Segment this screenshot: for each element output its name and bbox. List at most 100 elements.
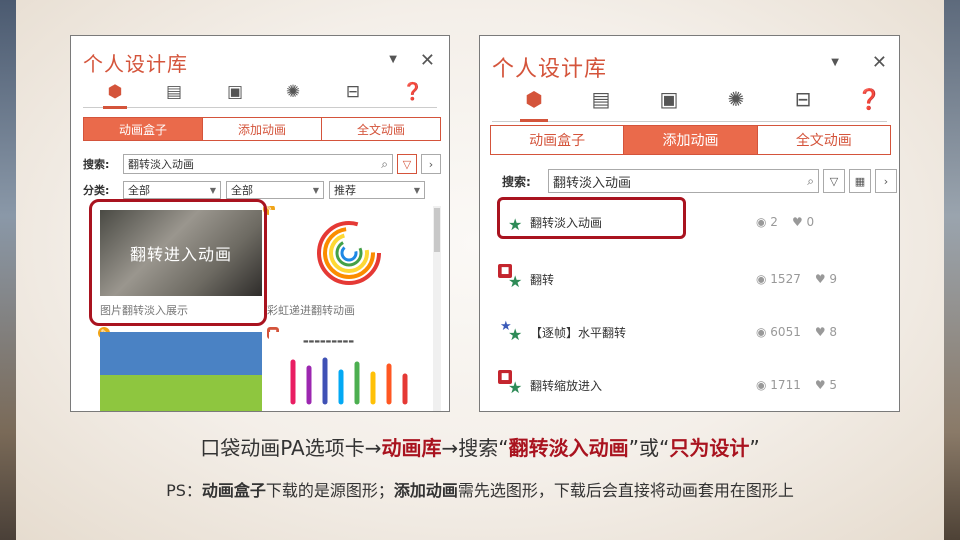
scrollbar[interactable] [433,206,441,411]
likes-count: ♥ 8 [814,325,838,339]
presentation-icon[interactable]: ▤ [160,78,188,106]
close-icon[interactable]: ✕ [872,52,887,73]
category-row: 分类: 全部 ▼ 全部 ▼ 推荐 ▼ [83,181,441,199]
animation-icon: ★ ★ [494,317,530,347]
help-icon[interactable]: ❓ [399,78,427,106]
caption-text: 需先选图形，下载后会直接将动画套用在图形上 [457,481,794,500]
animation-stats: ◉ 6051 ♥ 8 [756,325,837,339]
category-select-1[interactable]: 全部 ▼ [123,181,221,199]
lightbulb-icon[interactable]: ✺ [720,82,752,116]
sort-select[interactable]: 推荐 ▼ [329,181,425,199]
views-value: 1711 [770,378,801,392]
animation-icon: ■ ★ [494,370,530,400]
image-add-icon[interactable]: ▣ [221,78,249,106]
search-input[interactable]: 翻转淡入动画 ⌕ [548,169,819,193]
caption-instruction: 口袋动画PA选项卡→动画库→搜索“翻转淡入动画”或“只为设计” [0,432,960,461]
drive-icon[interactable]: ⊟ [339,78,367,106]
dropdown-arrow-icon[interactable]: ▼ [389,54,397,65]
animation-card-thumbnail[interactable] [269,210,429,296]
likes-count: ♥ 5 [814,378,838,392]
caption-emphasis: 只为设计 [669,436,750,460]
likes-count: ♥ 9 [814,272,838,286]
tab-bar: 动画盒子 添加动画 全文动画 [83,117,441,141]
caption-text: 下载的是源图形； [265,481,394,500]
views-count: ◉ 1711 [756,378,801,392]
drive-icon[interactable]: ⊟ [787,82,819,116]
likes-value: 0 [806,215,815,229]
views-count: ◉ 1527 [756,272,801,286]
tab-full-text-animation[interactable]: 全文动画 [758,126,890,154]
animation-stats: ◉ 1711 ♥ 5 [756,378,837,392]
chevron-down-icon: ▼ [312,185,319,195]
caption-text: PS： [166,481,202,500]
caption-text: ”或“ [628,436,670,460]
caption-bold: 动画盒子 [201,481,266,500]
search-icon[interactable]: ⌕ [807,174,814,189]
star-icon: ★ [508,272,523,291]
caption-note: PS：动画盒子下载的是源图形；添加动画需先选图形，下载后会直接将动画套用在图形上 [0,477,960,501]
animation-stats: ◉ 2 ♥ 0 [756,215,814,229]
animation-icon: ■ ★ [494,264,530,294]
category-toolbar: ⬢ ▤ ▣ ✺ ⊟ ❓ [83,78,437,109]
search-input[interactable]: 翻转淡入动画 ⌕ [123,154,393,174]
tab-add-animation[interactable]: 添加动画 [203,118,322,140]
tab-full-text-animation[interactable]: 全文动画 [322,118,440,140]
likes-value: 9 [829,272,838,286]
views-value: 2 [770,215,778,229]
search-value: 翻转淡入动画 [553,175,632,191]
chevron-down-icon: ▼ [413,185,420,195]
select-value: 全部 [128,184,150,197]
scrollbar-thumb[interactable] [434,208,440,252]
rainbow-ring-icon [317,221,381,285]
search-row: 搜索: 翻转淡入动画 ⌕ ▽ › [83,154,441,174]
category-select-2[interactable]: 全部 ▼ [226,181,324,199]
animation-card-thumbnail[interactable] [100,332,262,411]
lightbulb-icon[interactable]: ✺ [279,78,307,106]
star-icon: ★ [508,325,523,344]
animation-name: 翻转缩放进入 [530,378,603,393]
filter-icon[interactable]: ▽ [397,154,417,174]
help-icon[interactable]: ❓ [853,82,885,116]
chevron-right-icon[interactable]: › [875,169,897,193]
views-count: ◉ 2 [756,215,778,229]
chevron-right-icon[interactable]: › [421,154,441,174]
likes-value: 5 [829,378,838,392]
image-add-icon[interactable]: ▣ [653,82,685,116]
dropdown-arrow-icon[interactable]: ▼ [831,57,839,68]
presentation-icon[interactable]: ▤ [585,82,617,116]
animation-card-thumbnail[interactable]: ▬▬▬▬▬▬▬▬▬ [269,332,429,411]
tab-add-animation[interactable]: 添加动画 [624,126,758,154]
animation-name: 翻转 [530,272,555,287]
highlight-box [497,197,686,239]
caption-text: ” [749,436,760,460]
list-item[interactable]: ■ ★ 翻转缩放进入 ◉ 1711 ♥ 5 [494,359,889,411]
search-icon[interactable]: ⌕ [381,157,388,172]
category-toolbar: ⬢ ▤ ▣ ✺ ⊟ ❓ [492,82,887,122]
caption-text: →搜索“ [441,436,509,460]
caption-emphasis: 动画库 [381,436,442,460]
chevron-down-icon: ▼ [209,185,216,195]
caption-bold: 添加动画 [393,481,458,500]
star-icon: ★ [508,378,523,397]
panel-title: 个人设计库 [83,52,188,76]
search-value: 翻转淡入动画 [128,158,194,171]
category-label: 分类: [83,184,110,197]
panel-title: 个人设计库 [492,57,608,82]
caption-emphasis: 翻转淡入动画 [508,436,629,460]
list-item[interactable]: ★ ★ 【逐帧】水平翻转 ◉ 6051 ♥ 8 [494,306,889,358]
cube-icon[interactable]: ⬢ [101,78,129,109]
close-icon[interactable]: ✕ [420,50,435,71]
filter-icon[interactable]: ▽ [823,169,845,193]
views-count: ◉ 6051 [756,325,801,339]
layout-icon[interactable]: ▦ [849,169,871,193]
animation-stats: ◉ 1527 ♥ 9 [756,272,837,286]
list-item[interactable]: ■ ★ 翻转 ◉ 1527 ♥ 9 [494,253,889,305]
tab-animation-box[interactable]: 动画盒子 [84,118,203,140]
tab-animation-box[interactable]: 动画盒子 [491,126,625,154]
select-value: 推荐 [334,184,356,197]
search-label: 搜索: [83,158,110,171]
likes-count: ♥ 0 [791,215,815,229]
cube-icon[interactable]: ⬢ [518,82,550,122]
highlight-box [89,199,267,326]
search-label: 搜索: [502,174,531,189]
